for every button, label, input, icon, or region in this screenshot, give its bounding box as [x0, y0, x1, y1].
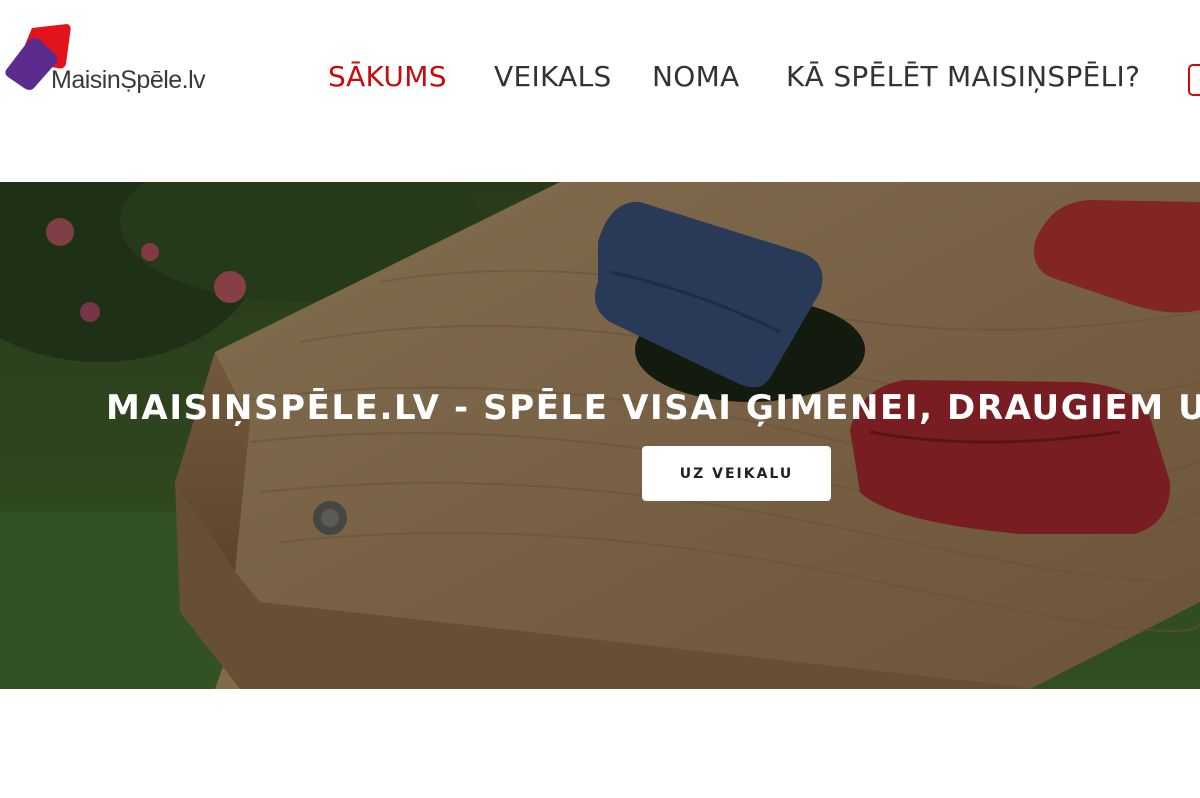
nav-item-veikals[interactable]: VEIKALS: [494, 60, 612, 93]
nav-item-how-to-play[interactable]: KĀ SPĒLĒT MAISIŅSPĒLI?: [786, 60, 1140, 93]
nav-item-noma[interactable]: NOMA: [652, 60, 740, 93]
hero-dark-overlay: [0, 182, 1200, 689]
hero-title: MAISIŅSPĒLE.LV - SPĒLE VISAI ĢIMENEI, DR…: [106, 388, 1200, 428]
shop-button[interactable]: UZ VEIKALU: [642, 446, 831, 501]
nav-item-sakums[interactable]: SĀKUMS: [328, 60, 447, 93]
site-header: MaisinṢpēle.lv SĀKUMS VEIKALS NOMA KĀ SP…: [0, 0, 1200, 182]
site-logo[interactable]: MaisinṢpēle.lv: [4, 22, 244, 102]
hero-banner: MAISIŅSPĒLE.LV - SPĒLE VISAI ĢIMENEI, DR…: [0, 182, 1200, 689]
logo-text: MaisinṢpēle.lv: [51, 66, 206, 94]
cart-icon[interactable]: [1188, 64, 1200, 96]
